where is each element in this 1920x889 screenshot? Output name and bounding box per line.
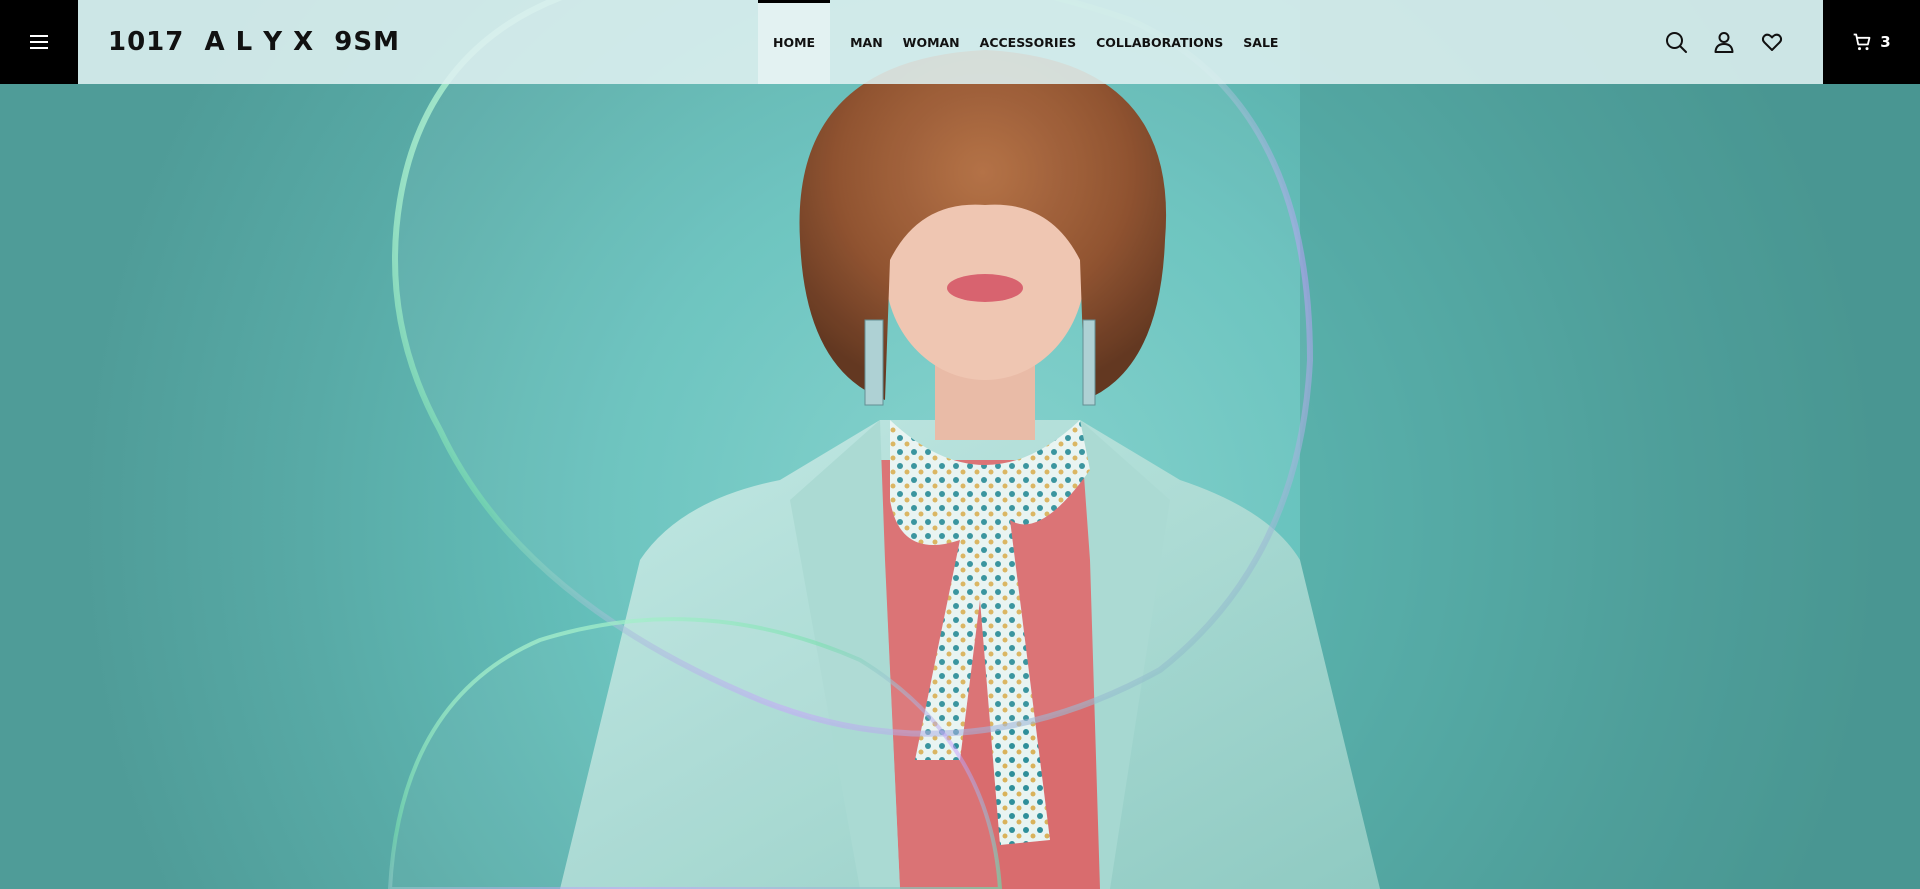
nav-item-man[interactable]: MAN <box>840 0 893 84</box>
hero-image <box>387 0 1920 889</box>
account-icon <box>1714 32 1734 53</box>
nav-item-accessories[interactable]: ACCESSORIES <box>970 0 1086 84</box>
header-icons <box>1663 0 1785 84</box>
cart-icon <box>1853 33 1871 51</box>
search-icon <box>1666 32 1687 53</box>
menu-button[interactable] <box>0 0 78 84</box>
nav-item-woman[interactable]: WOMAN <box>893 0 970 84</box>
wishlist-button[interactable] <box>1759 29 1785 55</box>
hamburger-menu-icon <box>30 35 48 49</box>
hero-banner[interactable] <box>0 0 1920 889</box>
nav-item-sale[interactable]: SALE <box>1233 0 1288 84</box>
nav-item-home[interactable]: HOME <box>758 0 831 84</box>
account-button[interactable] <box>1711 29 1737 55</box>
nav-item-collaborations[interactable]: COLLABORATIONS <box>1086 0 1233 84</box>
main-navigation: HOME MAN WOMAN ACCESSORIES COLLABORATION… <box>758 0 1288 84</box>
search-button[interactable] <box>1663 29 1689 55</box>
cart-button[interactable]: 3 <box>1823 0 1920 84</box>
site-logo[interactable]: 1017 A L Y X 9SM <box>108 0 400 84</box>
wishlist-heart-icon <box>1761 33 1783 51</box>
site-header: 1017 A L Y X 9SM HOME MAN WOMAN ACCESSOR… <box>0 0 1920 84</box>
cart-count-badge: 3 <box>1880 33 1891 51</box>
